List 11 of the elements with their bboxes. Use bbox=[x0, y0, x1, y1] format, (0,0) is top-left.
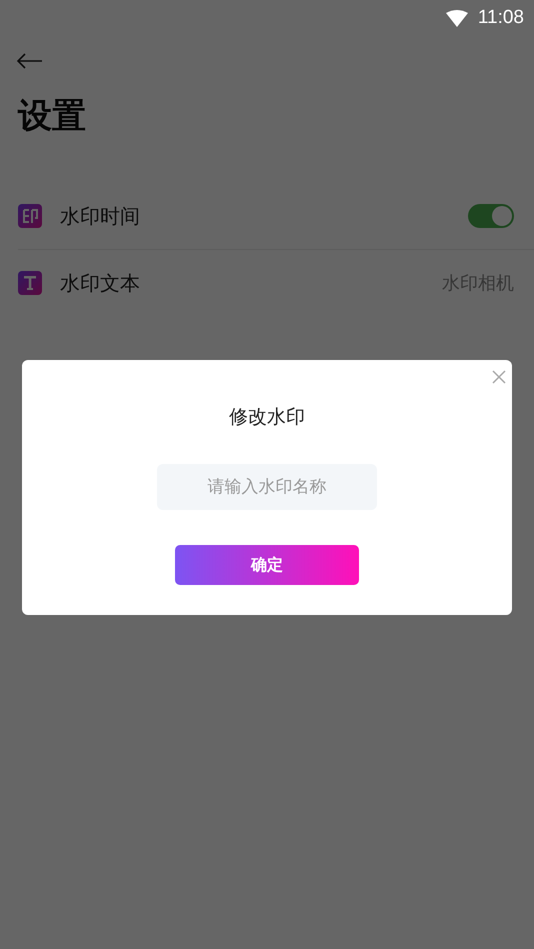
setting-label: 水印文本 bbox=[60, 270, 141, 296]
confirm-button[interactable]: 确定 bbox=[175, 545, 359, 585]
page-title: 设置 bbox=[18, 95, 87, 138]
stamp-icon bbox=[18, 204, 42, 228]
status-time: 11:08 bbox=[478, 7, 524, 29]
toggle-switch[interactable] bbox=[468, 204, 514, 228]
dialog-title: 修改水印 bbox=[229, 405, 305, 430]
text-icon bbox=[18, 271, 42, 295]
setting-label: 水印时间 bbox=[60, 202, 141, 230]
wifi-icon bbox=[446, 10, 468, 26]
input-field[interactable]: 请输入水印名称 bbox=[157, 464, 377, 510]
